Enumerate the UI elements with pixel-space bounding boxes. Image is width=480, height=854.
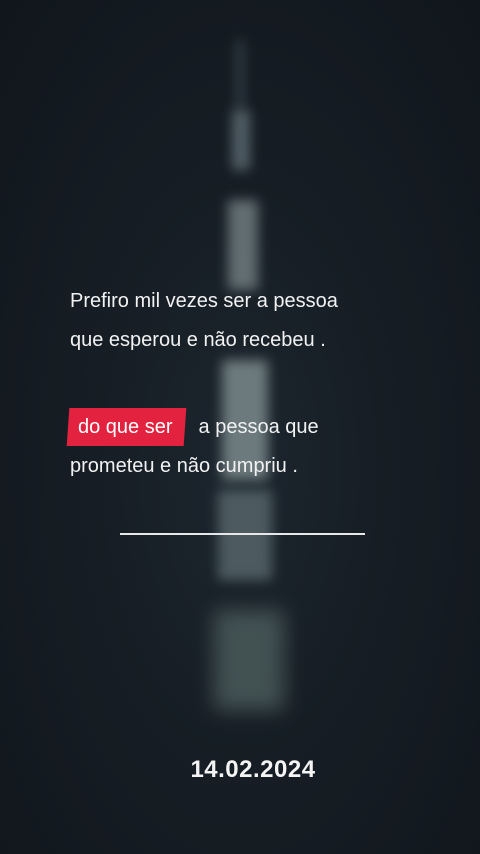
divider-line — [120, 533, 365, 535]
story-screen: Prefiro mil vezes ser a pessoa que esper… — [0, 0, 480, 854]
quote-line-1: Prefiro mil vezes ser a pessoa — [70, 290, 338, 312]
background-road-streak — [218, 490, 272, 580]
quote-line-2: que esperou e não recebeu . — [70, 329, 326, 351]
background-road-streak — [236, 40, 244, 110]
quote-text: Prefiro mil vezes ser a pessoa que esper… — [66, 282, 450, 486]
quote-spacer — [70, 360, 450, 408]
highlighted-phrase-text: do que ser — [78, 416, 173, 438]
background-road-streak — [214, 610, 284, 710]
quote-line-3: do que ser a pessoa que — [66, 408, 450, 447]
quote-line-3-rest: a pessoa que — [198, 416, 319, 438]
background-road-streak — [232, 110, 250, 170]
background-road-streak — [228, 200, 258, 290]
quote-line-4: prometeu e não cumpriu . — [70, 455, 298, 477]
date-label: 14.02.2024 — [190, 756, 316, 783]
highlighted-phrase: do que ser — [66, 408, 186, 446]
